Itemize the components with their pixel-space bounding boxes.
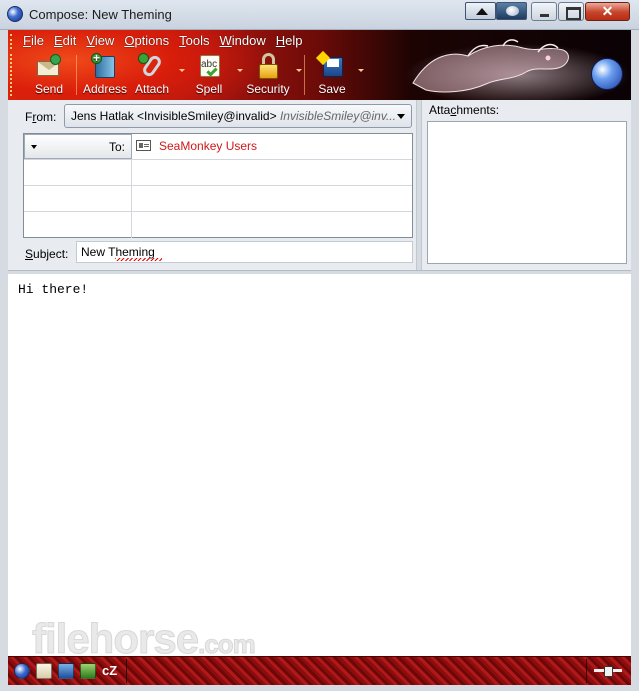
address-type-value: To: xyxy=(108,140,125,154)
chevron-down-icon xyxy=(397,114,405,119)
toolbar-grippy[interactable] xyxy=(10,54,14,96)
minimize-button[interactable] xyxy=(531,2,557,21)
contact-card-icon xyxy=(136,140,151,151)
security-dropdown-icon[interactable] xyxy=(296,69,302,72)
subject-label: Subject: xyxy=(25,247,69,261)
online-status-plug-icon[interactable] xyxy=(594,666,622,677)
menu-window[interactable]: Window xyxy=(215,32,271,50)
attachments-splitter[interactable] xyxy=(416,100,422,270)
statusbar-divider xyxy=(126,659,127,683)
toolbar-separator xyxy=(304,55,305,95)
menu-file[interactable]: File xyxy=(18,32,49,50)
menu-options[interactable]: Options xyxy=(119,32,174,50)
from-identity-detail: InvisibleSmiley@inv... xyxy=(279,109,396,123)
menu-view[interactable]: View xyxy=(81,32,119,50)
send-button-label: Send xyxy=(34,82,64,96)
padlock-icon xyxy=(254,53,282,79)
titlebar-theme-icon[interactable] xyxy=(496,2,527,20)
toolbar-separator xyxy=(76,55,77,95)
titlebar-up-arrow-icon[interactable] xyxy=(465,2,496,20)
navigator-icon[interactable] xyxy=(14,663,30,679)
address-button-label: Address xyxy=(82,82,128,96)
address-type-select[interactable]: To: xyxy=(24,134,132,159)
attach-dropdown-icon[interactable] xyxy=(179,69,185,72)
window-frame-right xyxy=(631,30,639,691)
dragon-theme-image xyxy=(412,39,569,93)
misspelling-underline xyxy=(115,258,162,261)
security-button[interactable]: Security xyxy=(242,52,294,98)
from-identity-value: Jens Hatlak <InvisibleSmiley@invalid> xyxy=(71,109,277,123)
attachments-list[interactable] xyxy=(427,121,627,264)
save-button[interactable]: Save xyxy=(310,50,354,98)
status-bar: cZ xyxy=(8,656,631,685)
save-disk-icon xyxy=(315,50,346,79)
from-label: From: xyxy=(25,110,57,124)
address-book-icon xyxy=(91,51,119,79)
save-button-label: Save xyxy=(318,82,346,96)
toolbox: File Edit View Options Tools Window Help… xyxy=(8,30,631,100)
chatzilla-icon[interactable]: cZ xyxy=(102,663,120,679)
mail-icon[interactable] xyxy=(36,663,52,679)
maximize-button[interactable] xyxy=(558,2,584,21)
seamonkey-app-icon[interactable] xyxy=(7,6,23,22)
save-dropdown-icon[interactable] xyxy=(358,69,364,72)
message-body-editor[interactable]: Hi there! filehorse.com xyxy=(8,274,631,663)
menu-edit[interactable]: Edit xyxy=(49,32,81,50)
address-book-icon[interactable] xyxy=(80,663,96,679)
seamonkey-throbber-icon[interactable] xyxy=(591,58,623,90)
address-row-empty[interactable] xyxy=(24,212,412,238)
attach-button[interactable]: Attach xyxy=(130,52,174,98)
close-icon: ✕ xyxy=(601,3,614,19)
window-frame-bottom xyxy=(0,685,639,691)
address-row-empty[interactable] xyxy=(24,186,412,212)
menu-help[interactable]: Help xyxy=(271,32,308,50)
close-button[interactable]: ✕ xyxy=(585,2,630,21)
address-recipient-input[interactable]: SeaMonkey Users xyxy=(159,139,257,153)
spell-button[interactable]: abc Spell xyxy=(186,52,232,98)
menubar: File Edit View Options Tools Window Help xyxy=(18,32,308,50)
paperclip-icon xyxy=(138,53,166,79)
attach-button-label: Attach xyxy=(134,82,170,96)
address-list: To: SeaMonkey Users xyxy=(23,133,413,238)
window-title: Compose: New Theming xyxy=(29,7,172,22)
attachments-label: Attachments: xyxy=(429,103,500,117)
composer-icon[interactable] xyxy=(58,663,74,679)
address-row[interactable]: To: SeaMonkey Users xyxy=(24,134,412,160)
window-frame-left xyxy=(0,30,8,691)
send-button[interactable]: Send xyxy=(26,52,72,98)
statusbar-divider xyxy=(586,659,587,683)
address-button[interactable]: Address xyxy=(80,51,130,98)
spellcheck-icon: abc xyxy=(195,53,223,79)
menu-tools[interactable]: Tools xyxy=(174,32,214,50)
send-envelope-icon xyxy=(35,53,63,79)
menubar-grippy[interactable] xyxy=(10,34,14,49)
security-button-label: Security xyxy=(246,82,290,96)
message-body-text[interactable]: Hi there! xyxy=(18,282,88,297)
address-row-empty[interactable] xyxy=(24,160,412,186)
spell-button-label: Spell xyxy=(195,82,223,96)
chevron-down-icon xyxy=(31,145,37,149)
compose-header: From: Jens Hatlak <InvisibleSmiley@inval… xyxy=(8,100,631,270)
title-bar: Compose: New Theming ✕ xyxy=(0,0,639,30)
from-identity-select[interactable]: Jens Hatlak <InvisibleSmiley@invalid> In… xyxy=(64,104,412,128)
